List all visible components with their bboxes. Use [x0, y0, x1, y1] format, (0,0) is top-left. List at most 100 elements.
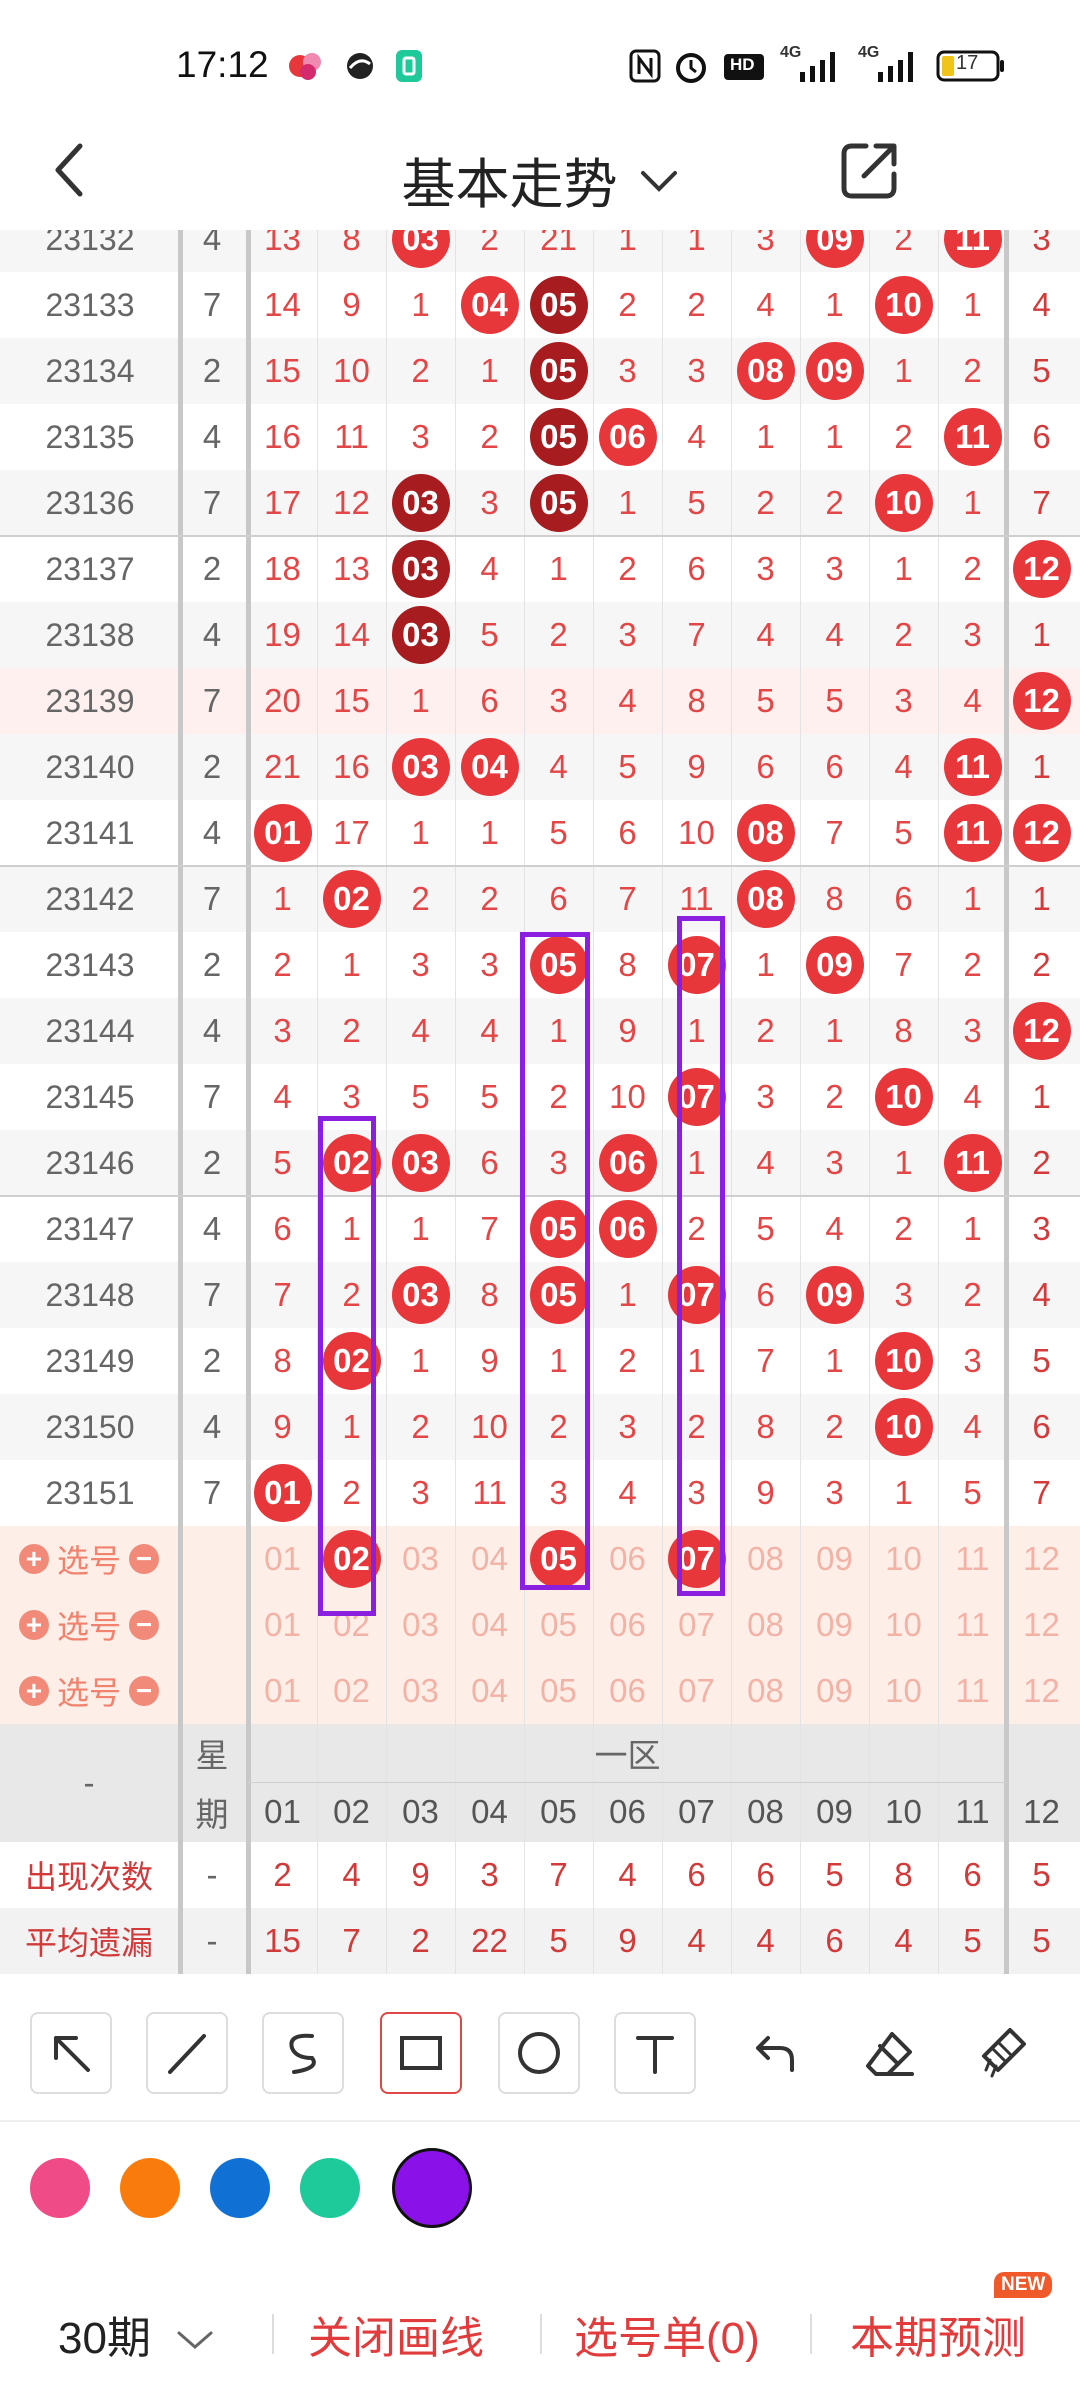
minus-icon[interactable]: − [129, 1609, 159, 1640]
line-tool-button[interactable] [146, 2012, 228, 2094]
ball-11: 11 [943, 1134, 1002, 1192]
arrow-tool-button[interactable] [30, 2012, 112, 2094]
color-swatch-3[interactable] [210, 2158, 270, 2218]
pick-number[interactable]: 05 [524, 1658, 593, 1724]
color-swatch-1[interactable] [30, 2158, 90, 2218]
clear-all-button[interactable] [962, 2012, 1044, 2094]
pick-number[interactable]: 11 [938, 1526, 1007, 1592]
share-button[interactable] [838, 138, 902, 202]
pick-number[interactable]: 03 [386, 1658, 455, 1724]
miss-count: 2 [549, 616, 568, 653]
issue-number: 23149 [45, 1342, 135, 1379]
pick-number[interactable]: 11 [938, 1658, 1007, 1724]
pick-label: 选号 [56, 1609, 121, 1645]
issue-number: 23138 [45, 616, 135, 653]
minus-icon[interactable]: − [129, 1543, 159, 1574]
pick-number[interactable]: 10 [869, 1658, 938, 1724]
miss-count: 2 [894, 418, 913, 455]
stat-value: 5 [1032, 1922, 1051, 1959]
drawn-rect-col-07[interactable] [677, 916, 725, 1596]
rectangle-icon [400, 2036, 442, 2070]
pick-number[interactable]: 05 [524, 1592, 593, 1658]
miss-count: 17 [333, 814, 370, 851]
drawn-rect-col-02[interactable] [318, 1116, 376, 1616]
pick-number[interactable]: 09 [800, 1592, 869, 1658]
pick-number[interactable]: 03 [386, 1592, 455, 1658]
issue-number: 23140 [45, 748, 135, 785]
miss-count: 3 [480, 946, 499, 983]
pick-number[interactable]: 10 [869, 1526, 938, 1592]
pick-list-button[interactable]: 选号单(0) [574, 2302, 760, 2366]
pick-number[interactable]: 08 [731, 1658, 800, 1724]
miss-count: 19 [264, 616, 301, 653]
pick-number[interactable]: 04 [455, 1658, 524, 1724]
drawn-ball: 03 [386, 602, 455, 668]
drawn-ball: 02 [317, 866, 386, 932]
pick-number[interactable]: 08 [731, 1592, 800, 1658]
pick-number[interactable]: 04 [455, 1592, 524, 1658]
predict-button[interactable]: 本期预测 [850, 2302, 1026, 2366]
pick-number[interactable]: 03 [386, 1526, 455, 1592]
color-swatch-5[interactable] [392, 2148, 472, 2228]
pick-number[interactable]: 01 [248, 1526, 317, 1592]
close-lines-button[interactable]: 关闭画线 [308, 2302, 484, 2366]
miss-count: 1 [618, 1276, 637, 1313]
miss-count: 4 [756, 1144, 775, 1181]
pick-number[interactable]: 08 [731, 1526, 800, 1592]
miss-count: 1 [894, 1144, 913, 1181]
pick-number[interactable]: 07 [662, 1592, 731, 1658]
ball-11: 11 [943, 230, 1002, 268]
plus-icon[interactable]: + [18, 1675, 49, 1706]
issue-number: 23151 [45, 1474, 135, 1511]
color-swatch-2[interactable] [120, 2158, 180, 2218]
eraser-button[interactable] [848, 2012, 930, 2094]
pick-number[interactable]: 12 [1007, 1526, 1076, 1592]
miss-count: 8 [618, 946, 637, 983]
miss-count: 1 [1032, 1078, 1051, 1115]
pick-number[interactable]: 07 [662, 1658, 731, 1724]
miss-count: 5 [549, 814, 568, 851]
pick-number[interactable]: 04 [455, 1526, 524, 1592]
curve-tool-button[interactable] [262, 2012, 344, 2094]
column-header: 12 [1023, 1793, 1060, 1830]
text-tool-button[interactable] [614, 2012, 696, 2094]
miss-count: 1 [963, 880, 982, 917]
miss-count: 7 [480, 1210, 499, 1247]
alarm-icon [672, 48, 710, 83]
pick-number[interactable]: 12 [1007, 1658, 1076, 1724]
pick-number[interactable]: 01 [248, 1592, 317, 1658]
pick-number[interactable]: 06 [593, 1526, 662, 1592]
title-dropdown[interactable]: 基本走势 [0, 140, 1080, 219]
period-selector[interactable]: 30期 [58, 2302, 215, 2366]
drawn-ball: 05 [524, 272, 593, 338]
column-header: 05 [540, 1793, 577, 1830]
pick-number[interactable]: 01 [248, 1658, 317, 1724]
circle-icon [518, 2032, 560, 2074]
miss-count: 10 [678, 814, 715, 851]
miss-count: 8 [342, 230, 361, 257]
pick-number[interactable]: 06 [593, 1658, 662, 1724]
color-swatch-4[interactable] [300, 2158, 360, 2218]
drawn-ball: 03 [386, 536, 455, 602]
ball-10: 10 [874, 276, 933, 334]
pick-number[interactable]: 11 [938, 1592, 1007, 1658]
hd-label: HD [730, 55, 755, 74]
pick-number[interactable]: 06 [593, 1592, 662, 1658]
pick-number[interactable]: 10 [869, 1592, 938, 1658]
miss-count: 1 [411, 1342, 430, 1379]
miss-count: 5 [480, 616, 499, 653]
minus-icon[interactable]: − [129, 1675, 159, 1706]
rectangle-tool-button[interactable] [380, 2012, 462, 2094]
pick-number[interactable]: 12 [1007, 1592, 1076, 1658]
ball-12: 12 [1012, 672, 1071, 730]
pick-number[interactable]: 09 [800, 1658, 869, 1724]
pick-number[interactable]: 02 [317, 1658, 386, 1724]
drawn-rect-col-05[interactable] [520, 932, 590, 1590]
plus-icon[interactable]: + [18, 1543, 49, 1574]
circle-tool-button[interactable] [498, 2012, 580, 2094]
stat-value: 7 [549, 1856, 568, 1893]
pick-number[interactable]: 09 [800, 1526, 869, 1592]
plus-icon[interactable]: + [18, 1609, 49, 1640]
ball-06: 06 [598, 408, 657, 466]
undo-button[interactable] [734, 2012, 816, 2094]
